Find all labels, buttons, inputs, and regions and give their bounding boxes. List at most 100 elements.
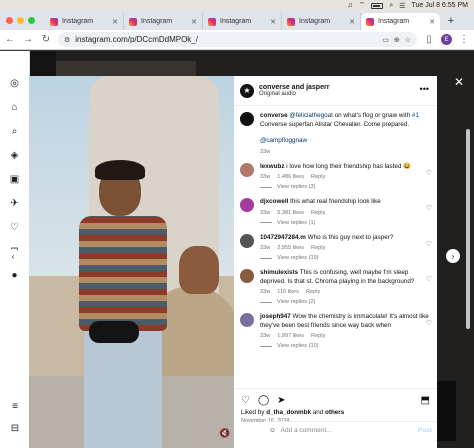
search-icon[interactable]: ⌕	[9, 125, 21, 137]
like-heart-icon[interactable]: ♡	[241, 395, 250, 406]
comment-username[interactable]: 10472947284.m	[260, 234, 306, 241]
tab-instagram-1[interactable]: Instagram ✕	[45, 13, 124, 30]
view-replies-label[interactable]: View replies (3)	[277, 184, 315, 190]
messages-icon[interactable]: ✈	[9, 197, 21, 209]
avatar[interactable]	[240, 233, 254, 248]
reload-icon[interactable]: ↻	[40, 34, 52, 45]
reply-button[interactable]: Reply	[311, 210, 325, 216]
post-authors[interactable]: converse and jasperr	[259, 84, 329, 91]
back-icon[interactable]: ←	[4, 34, 16, 45]
mention-link-2[interactable]: @campfloggnaw	[260, 137, 431, 146]
view-replies[interactable]: View replies (10)	[260, 343, 431, 349]
close-icon[interactable]: ✕	[191, 18, 197, 26]
reply-button[interactable]: Reply	[311, 333, 325, 339]
comment-bubble-icon[interactable]: ◯	[258, 395, 269, 406]
previous-post-icon[interactable]: ‹	[6, 249, 20, 263]
view-replies-label[interactable]: View replies (2)	[277, 299, 315, 305]
bookmark-star-icon[interactable]: ☆	[405, 36, 411, 44]
like-comment-heart-icon[interactable]: ♡	[426, 204, 432, 212]
comments-list[interactable]: converse @feliciathegoat on what's flog …	[234, 106, 437, 388]
avatar[interactable]	[240, 162, 254, 177]
control-center-icon[interactable]: ☰	[399, 2, 405, 10]
reels-icon[interactable]: ▣	[9, 173, 21, 185]
share-send-icon[interactable]: ➤	[277, 395, 285, 406]
audio-label[interactable]: Original audio	[259, 91, 329, 97]
notifications-heart-icon[interactable]: ♡	[9, 221, 21, 233]
tab-instagram-active[interactable]: Instagram ✕	[361, 13, 440, 30]
zoom-icon[interactable]: ⊕	[394, 36, 400, 44]
view-replies-label[interactable]: View replies (1)	[277, 220, 315, 226]
next-post-icon[interactable]: ›	[446, 249, 460, 263]
battery-icon[interactable]	[371, 2, 384, 9]
more-menu-icon[interactable]: ≡	[9, 400, 21, 412]
tab-instagram-2[interactable]: Instagram ✕	[124, 13, 203, 30]
mention-link[interactable]: @feliciathegoat	[289, 112, 333, 119]
avatar[interactable]	[240, 198, 254, 212]
comment-username[interactable]: joseph947	[260, 313, 291, 320]
emoji-icon[interactable]: ☺	[269, 427, 276, 434]
converse-avatar[interactable]: ★	[240, 83, 254, 98]
comment-input[interactable]: Add a comment...	[281, 427, 332, 434]
comment-likes[interactable]: 5,381 likes	[277, 210, 304, 216]
post-comment-button[interactable]: Post	[418, 427, 432, 434]
menubar-clock[interactable]: Tue Jul 8 6:55 PM	[411, 2, 468, 9]
close-icon[interactable]: ✕	[112, 18, 118, 26]
reply-button[interactable]: Reply	[306, 289, 320, 295]
view-replies-label[interactable]: View replies (19)	[277, 255, 319, 261]
avatar[interactable]	[240, 112, 254, 126]
liked-others-link[interactable]: others	[325, 409, 344, 416]
like-comment-heart-icon[interactable]: ♡	[426, 275, 432, 283]
zoom-window-button[interactable]	[28, 17, 35, 24]
site-info-icon[interactable]: ⚙	[64, 36, 70, 44]
like-comment-heart-icon[interactable]: ♡	[426, 319, 432, 327]
save-bookmark-icon[interactable]: ⬒	[421, 395, 430, 406]
tab-instagram-4[interactable]: Instagram ✕	[282, 13, 361, 30]
reply-button[interactable]: Reply	[311, 245, 325, 251]
avatar[interactable]	[240, 269, 254, 283]
post-image[interactable]: 🔇	[29, 76, 234, 448]
close-window-button[interactable]	[6, 17, 13, 24]
like-comment-heart-icon[interactable]: ♡	[426, 240, 432, 248]
like-comment-heart-icon[interactable]: ♡	[426, 169, 432, 177]
comment-username[interactable]: shimulexists	[260, 269, 298, 276]
view-replies-label[interactable]: View replies (10)	[277, 343, 319, 349]
comment-likes[interactable]: 1,997 likes	[277, 333, 304, 339]
comment-username[interactable]: lexwubz	[260, 163, 285, 170]
explore-icon[interactable]: ◈	[9, 149, 21, 161]
new-tab-button[interactable]: +	[444, 15, 458, 27]
profile-icon[interactable]: ●	[9, 269, 21, 281]
home-icon[interactable]: ⌂	[9, 101, 21, 113]
tab-instagram-3[interactable]: Instagram ✕	[203, 13, 282, 30]
liked-user-link[interactable]: d_tha_donmbk	[266, 409, 311, 416]
url-text[interactable]: instagram.com/p/DCcmDdMPOk_/	[75, 35, 198, 44]
view-replies[interactable]: View replies (2)	[260, 299, 431, 305]
search-icon[interactable]: ⌕	[389, 2, 393, 10]
close-icon[interactable]: ✕	[270, 18, 276, 26]
also-from-meta-icon[interactable]: ⊟	[9, 422, 21, 434]
close-modal-icon[interactable]: ✕	[454, 75, 464, 89]
cast-icon[interactable]: ▭	[382, 36, 389, 44]
minimize-window-button[interactable]	[17, 17, 24, 24]
forward-icon[interactable]: →	[22, 34, 34, 45]
instagram-logo-icon[interactable]: ◎	[9, 77, 21, 89]
wifi-icon[interactable]: ⌔	[359, 1, 366, 10]
hashtag-link[interactable]: #1	[412, 112, 419, 119]
reply-button[interactable]: Reply	[311, 174, 325, 180]
music-icon[interactable]: ♫	[347, 2, 352, 9]
view-replies[interactable]: View replies (1)	[260, 220, 381, 226]
avatar[interactable]	[240, 313, 254, 327]
address-bar[interactable]: ⚙ instagram.com/p/DCcmDdMPOk_/ ▭ ⊕ ☆	[58, 32, 417, 47]
caption-username[interactable]: converse	[260, 112, 288, 119]
sidebar-icon[interactable]: ▯	[423, 34, 435, 45]
view-replies[interactable]: View replies (3)	[260, 184, 411, 190]
profile-avatar[interactable]: E	[441, 34, 452, 45]
scrollbar[interactable]	[466, 129, 470, 329]
comment-likes[interactable]: 116 likes	[277, 289, 299, 295]
mute-icon[interactable]: 🔇	[219, 428, 230, 439]
close-icon[interactable]: ✕	[349, 18, 355, 26]
comment-likes[interactable]: 2,955 likes	[277, 245, 304, 251]
comment-likes[interactable]: 1,486 likes	[277, 174, 304, 180]
comment-username[interactable]: djxcowell	[260, 198, 288, 205]
view-replies[interactable]: View replies (19)	[260, 255, 393, 261]
close-icon[interactable]: ✕	[429, 18, 435, 26]
